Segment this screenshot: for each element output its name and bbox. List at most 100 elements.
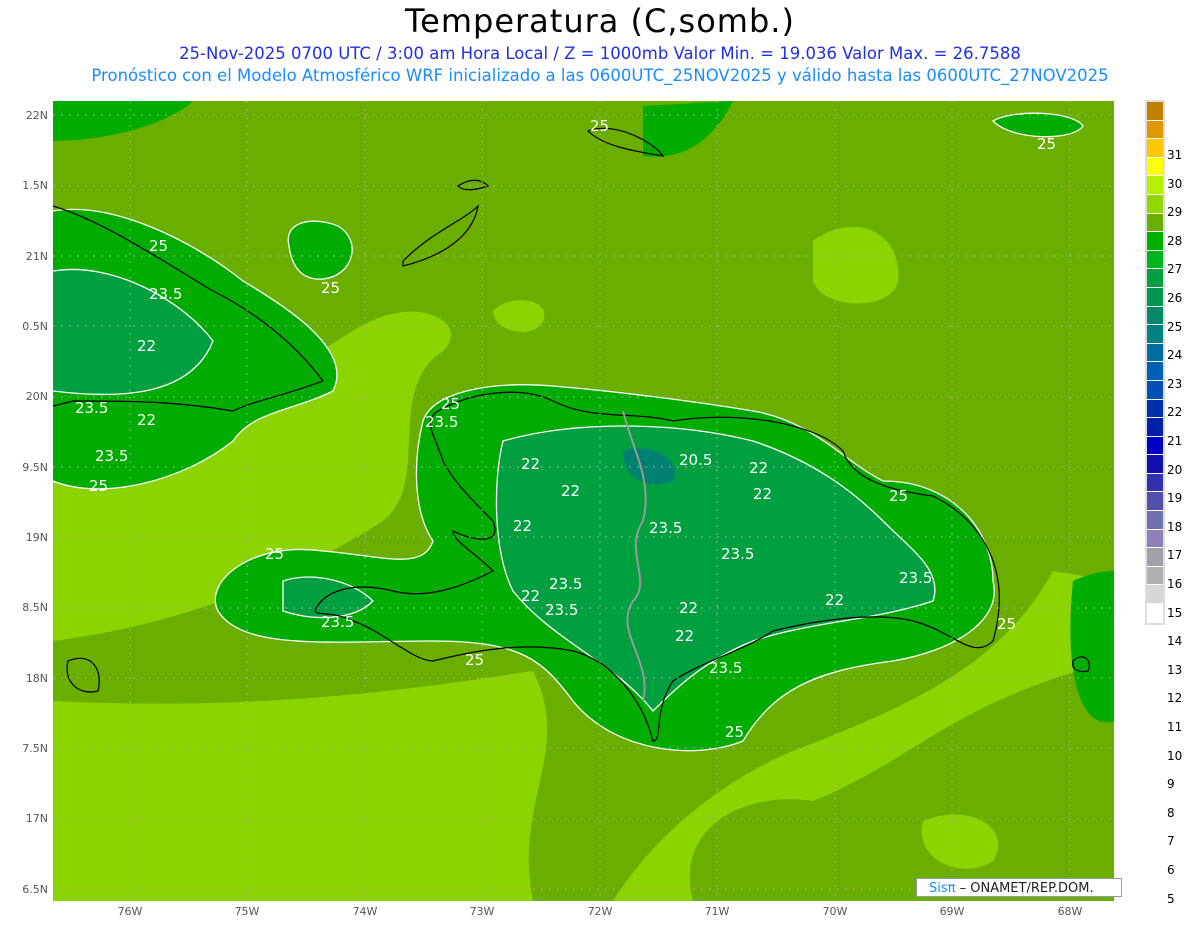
lat-label: 17N	[25, 812, 48, 825]
colorbar-swatch	[1147, 194, 1163, 214]
colorbar-swatch	[1147, 176, 1163, 195]
colorbar-label: 17	[1167, 548, 1183, 563]
lat-label: 22N	[25, 109, 48, 122]
colorbar-swatch	[1147, 250, 1163, 270]
lon-label: 68W	[1057, 905, 1083, 918]
temperature-map: 25 25 25 23.5 22 23.5 22 23.5 25 25 23.5…	[53, 101, 1114, 901]
contour-label: 25	[465, 651, 484, 669]
contour-label: 25	[265, 545, 284, 563]
contour-label: 22	[513, 517, 532, 535]
lat-label: 21N	[25, 250, 48, 263]
colorbar-label: 16	[1167, 577, 1183, 591]
colorbar-label: 20	[1167, 462, 1183, 477]
lon-label: 72W	[587, 905, 613, 918]
contour-label: 23.5	[321, 613, 354, 631]
colorbar-label: 13	[1167, 662, 1183, 677]
lat-label: 20N	[25, 390, 48, 403]
colorbar-swatch	[1147, 529, 1163, 549]
colorbar-label: 6	[1167, 863, 1175, 877]
colorbar-label: 22	[1167, 405, 1183, 420]
colorbar-label: 14	[1167, 634, 1183, 649]
contour-label: 22	[521, 455, 540, 473]
contour-label: 25	[590, 117, 609, 135]
contour-label: 23.5	[721, 545, 754, 563]
contour-label: 22	[521, 587, 540, 605]
contour-label: 22	[825, 591, 844, 609]
colorbar-swatch	[1147, 102, 1163, 121]
contour-label: 25	[889, 487, 908, 505]
contour-label: 25	[997, 615, 1016, 633]
contour-label: 23.5	[425, 413, 458, 431]
colorbar-label: 12	[1167, 691, 1183, 706]
colorbar-label: 5	[1167, 891, 1175, 906]
colorbar-swatch	[1147, 306, 1163, 326]
colorbar-swatch	[1147, 380, 1163, 400]
lon-label: 74W	[352, 905, 378, 918]
contour-label: 25	[1037, 135, 1056, 153]
colorbar-swatch	[1147, 399, 1163, 419]
colorbar-label: 15	[1167, 605, 1183, 620]
contour-label: 25	[725, 723, 744, 741]
contour-label: 22	[749, 459, 768, 477]
colorbar-swatch	[1147, 418, 1163, 437]
colorbar-swatch	[1147, 213, 1163, 233]
contour-label: 25	[89, 477, 108, 495]
colorbar-swatch	[1147, 511, 1163, 530]
colorbar-label: 8	[1167, 805, 1175, 820]
colorbar-label: 18	[1167, 519, 1183, 534]
contour-label: 22	[679, 599, 698, 617]
contour-label: 23.5	[899, 569, 932, 587]
colorbar-swatch	[1147, 139, 1163, 158]
subtitle-valid-time: 25-Nov-2025 0700 UTC / 3:00 am Hora Loca…	[179, 44, 1021, 63]
colorbar-swatch	[1147, 436, 1163, 456]
colorbar-label: 30	[1167, 176, 1183, 191]
credit-text: – ONAMET/REP.DOM.	[955, 881, 1094, 896]
colorbar-label: 24	[1167, 348, 1183, 363]
colorbar-label: 23	[1167, 376, 1183, 391]
colorbar-swatch	[1147, 287, 1163, 307]
colorbar-swatch	[1147, 548, 1163, 567]
contour-label: 23.5	[549, 575, 582, 593]
lon-label: 71W	[704, 905, 730, 918]
lon-label: 73W	[469, 905, 495, 918]
colorbar-label: 7	[1167, 834, 1175, 849]
colorbar-label: 27	[1167, 262, 1183, 277]
contour-label: 23.5	[545, 601, 578, 619]
subtitle-model-info: Pronóstico con el Modelo Atmosférico WRF…	[91, 66, 1109, 85]
lon-label: 69W	[939, 905, 965, 918]
chart-title: Temperatura (C,somb.)	[405, 2, 795, 40]
colorbar-label: 11	[1167, 720, 1183, 734]
contour-label: 23.5	[149, 285, 182, 303]
colorbar-swatch	[1147, 157, 1163, 177]
contour-label: 22	[561, 482, 580, 500]
lat-label: 8.5N	[22, 601, 48, 614]
colorbar-swatch	[1147, 325, 1163, 344]
lon-label: 70W	[822, 905, 848, 918]
contour-label: 22	[137, 337, 156, 355]
colorbar-label: 9	[1167, 777, 1175, 792]
colorbar-label: 10	[1167, 748, 1183, 763]
colorbar-label: 21	[1167, 434, 1183, 448]
credit-box: Sisπ – ONAMET/REP.DOM.	[916, 878, 1122, 897]
lon-label: 75W	[234, 905, 260, 918]
contour-label: 22	[675, 627, 694, 645]
contour-label: 22	[137, 411, 156, 429]
colorbar-swatch	[1147, 232, 1163, 251]
colorbar-label: 19	[1167, 491, 1183, 506]
colorbar-label: 28	[1167, 233, 1183, 248]
sispi-logo: Sisπ	[929, 881, 956, 896]
contour-label: 25	[149, 237, 168, 255]
colorbar-swatch	[1147, 473, 1163, 493]
contour-label: 23.5	[709, 659, 742, 677]
lat-label: 19N	[25, 531, 48, 544]
colorbar-label: 31	[1167, 148, 1183, 162]
colorbar-swatch	[1147, 120, 1163, 140]
lat-label: 9.5N	[22, 461, 48, 474]
colorbar-swatch	[1147, 492, 1163, 512]
lat-label: 18N	[25, 672, 48, 685]
colorbar-label: 26	[1167, 291, 1183, 305]
colorbar-swatch	[1147, 269, 1163, 288]
colorbar-swatch	[1147, 455, 1163, 474]
colorbar	[1145, 100, 1165, 625]
colorbar-swatch	[1147, 585, 1163, 605]
